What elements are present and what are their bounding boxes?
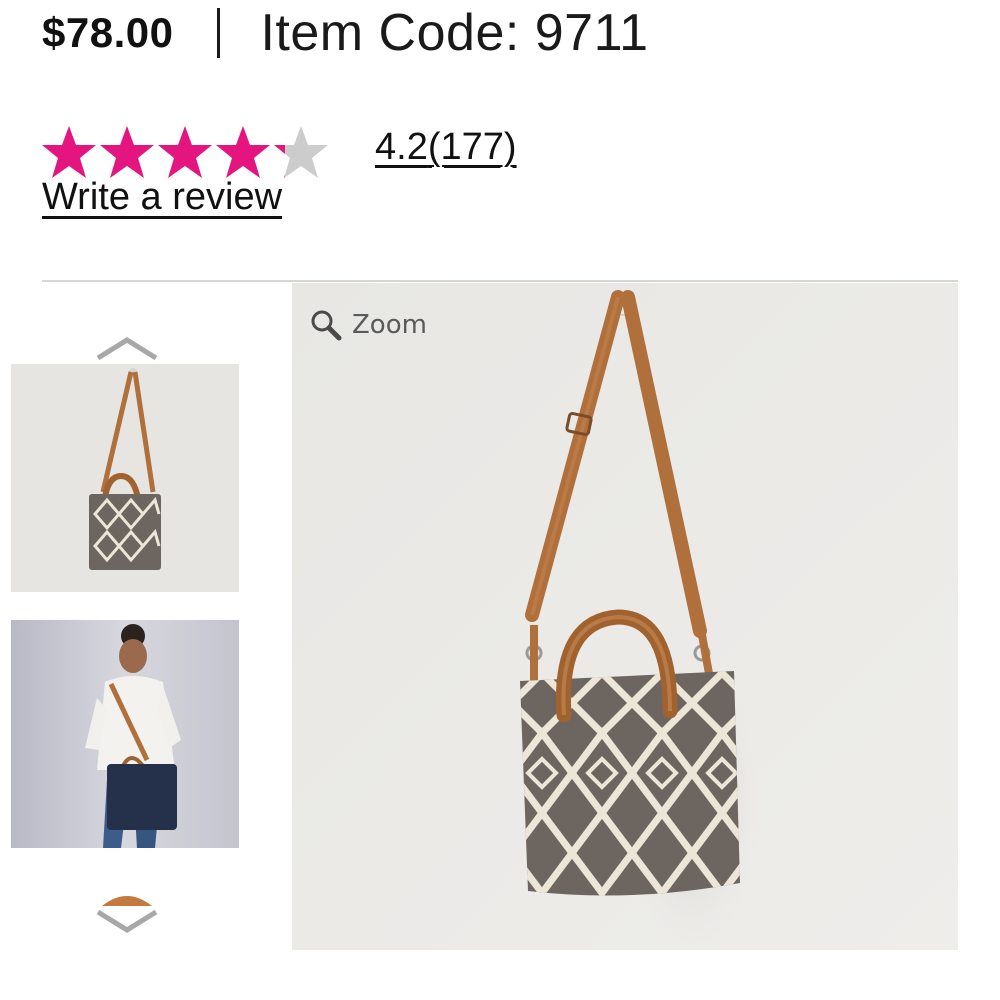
chevron-down-icon[interactable] [96,888,158,934]
write-review-link[interactable]: Write a review [42,176,282,219]
product-page: $78.00 Item Code: 9711 4.2(177) Write a … [0,0,1000,1000]
bag-hanging-photo [11,364,239,592]
price-row: $78.00 Item Code: 9711 [42,0,649,66]
thumbnail-2[interactable] [11,620,239,848]
star-icon [158,126,212,178]
price-divider [217,8,221,58]
magnifier-icon [311,310,342,341]
star-icon [100,126,154,178]
star-icon [216,126,270,178]
zoom-label: Zoom [352,310,427,340]
section-divider [42,280,958,282]
thumbnail-1[interactable] [11,364,239,592]
rating-score: 4.2 [375,126,428,168]
star-icon [274,126,328,178]
star-rating[interactable] [40,124,330,180]
zoom-button[interactable]: Zoom [310,309,427,341]
main-product-image[interactable]: Zoom [292,283,958,950]
star-icon [42,126,96,178]
model-with-navy-bag-photo [11,620,239,848]
bag-hanging-main-photo [292,283,958,950]
item-code: Item Code: 9711 [260,4,649,62]
chevron-up-icon[interactable] [96,334,158,362]
rating-summary-link[interactable]: 4.2(177) [375,126,517,169]
product-price: $78.00 [42,9,174,56]
rating-count: (177) [427,126,517,168]
